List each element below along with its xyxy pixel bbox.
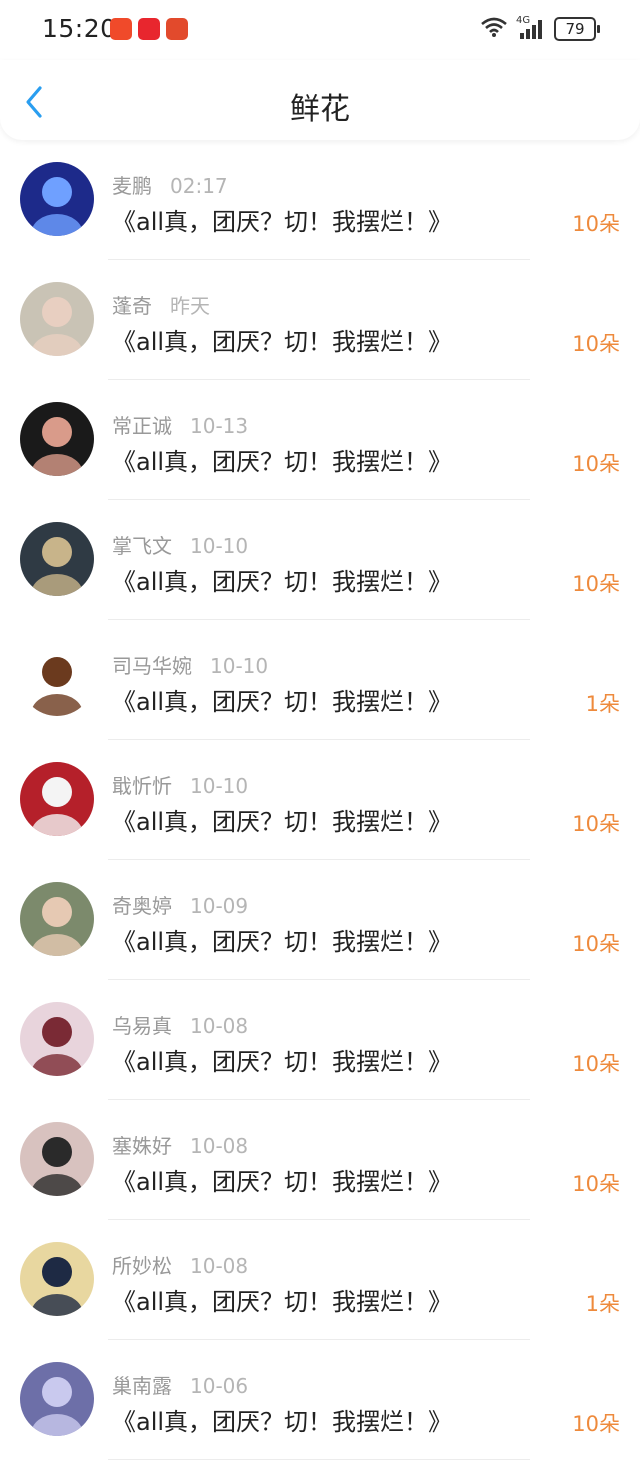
list-item[interactable]: 蓬奇 昨天 《all真，团厌？切！我摆烂！》 10朵: [0, 260, 640, 380]
avatar[interactable]: [20, 642, 94, 716]
gift-message: 《all真，团厌？切！我摆烂！》: [112, 448, 453, 476]
flower-count: 1朵: [585, 1292, 620, 1316]
timestamp: 10-13: [190, 414, 249, 438]
gift-message: 《all真，团厌？切！我摆烂！》: [112, 1168, 453, 1196]
timestamp: 10-09: [190, 894, 249, 918]
flower-count: 10朵: [572, 1412, 620, 1436]
status-time: 15:20: [42, 14, 117, 43]
timestamp: 10-08: [190, 1134, 249, 1158]
timestamp: 10-10: [210, 654, 269, 678]
gift-message: 《all真，团厌？切！我摆烂！》: [112, 1288, 453, 1316]
list-item[interactable]: 戢忻忻 10-10 《all真，团厌？切！我摆烂！》 10朵: [0, 740, 640, 860]
sender-name[interactable]: 巢南露: [112, 1374, 172, 1398]
page-title: 鲜花: [290, 92, 350, 127]
flower-count: 10朵: [572, 572, 620, 596]
signal-icon: 4G: [516, 15, 546, 41]
avatar[interactable]: [20, 1002, 94, 1076]
timestamp: 10-08: [190, 1014, 249, 1038]
flower-count: 10朵: [572, 332, 620, 356]
list-item[interactable]: 奇奥婷 10-09 《all真，团厌？切！我摆烂！》 10朵: [0, 860, 640, 980]
gift-message: 《all真，团厌？切！我摆烂！》: [112, 1408, 453, 1436]
top-bar: 鲜花: [0, 60, 640, 140]
avatar[interactable]: [20, 402, 94, 476]
avatar[interactable]: [20, 882, 94, 956]
flower-count: 10朵: [572, 1172, 620, 1196]
timestamp: 10-06: [190, 1374, 249, 1398]
sender-name[interactable]: 掌飞文: [112, 534, 172, 558]
flower-count: 10朵: [572, 932, 620, 956]
gift-message: 《all真，团厌？切！我摆烂！》: [112, 928, 453, 956]
timestamp: 昨天: [170, 294, 210, 318]
shopping-app-icon: [138, 18, 160, 40]
status-bar: 15:20 4G 79: [0, 0, 640, 60]
network-type: 4G: [516, 15, 531, 26]
flower-count: 10朵: [572, 812, 620, 836]
gift-message: 《all真，团厌？切！我摆烂！》: [112, 568, 453, 596]
sender-name[interactable]: 蓬奇: [112, 294, 152, 318]
sender-name[interactable]: 麦鹏: [112, 174, 152, 198]
avatar[interactable]: [20, 762, 94, 836]
list-item[interactable]: 塞姝好 10-08 《all真，团厌？切！我摆烂！》 10朵: [0, 1100, 640, 1220]
timestamp: 10-08: [190, 1254, 249, 1278]
sender-name[interactable]: 司马华婉: [112, 654, 192, 678]
avatar[interactable]: [20, 522, 94, 596]
list-item[interactable]: 所妙松 10-08 《all真，团厌？切！我摆烂！》 1朵: [0, 1220, 640, 1340]
list-item[interactable]: 掌飞文 10-10 《all真，团厌？切！我摆烂！》 10朵: [0, 500, 640, 620]
gift-message: 《all真，团厌？切！我摆烂！》: [112, 808, 453, 836]
flower-count: 10朵: [572, 1052, 620, 1076]
system-icons: 4G 79: [480, 15, 600, 42]
notification-icons: [110, 18, 188, 40]
list-item[interactable]: 乌易真 10-08 《all真，团厌？切！我摆烂！》 10朵: [0, 980, 640, 1100]
flower-count: 10朵: [572, 212, 620, 236]
sender-name[interactable]: 乌易真: [112, 1014, 172, 1038]
taobao-app-icon: [110, 18, 132, 40]
sender-name[interactable]: 所妙松: [112, 1254, 172, 1278]
list-item[interactable]: 巢南露 10-06 《all真，团厌？切！我摆烂！》 10朵: [0, 1340, 640, 1460]
avatar[interactable]: [20, 1122, 94, 1196]
news-app-icon: [166, 18, 188, 40]
wifi-icon: [480, 16, 508, 42]
timestamp: 02:17: [170, 174, 228, 198]
avatar[interactable]: [20, 282, 94, 356]
list-item[interactable]: 常正诚 10-13 《all真，团厌？切！我摆烂！》 10朵: [0, 380, 640, 500]
sender-name[interactable]: 戢忻忻: [112, 774, 172, 798]
gift-message: 《all真，团厌？切！我摆烂！》: [112, 688, 453, 716]
flower-count: 1朵: [585, 692, 620, 716]
sender-name[interactable]: 常正诚: [112, 414, 172, 438]
gift-message: 《all真，团厌？切！我摆烂！》: [112, 208, 453, 236]
avatar[interactable]: [20, 1362, 94, 1436]
timestamp: 10-10: [190, 534, 249, 558]
sender-name[interactable]: 塞姝好: [112, 1134, 172, 1158]
sender-name[interactable]: 奇奥婷: [112, 894, 172, 918]
flower-count: 10朵: [572, 452, 620, 476]
list-item[interactable]: 司马华婉 10-10 《all真，团厌？切！我摆烂！》 1朵: [0, 620, 640, 740]
gift-message: 《all真，团厌？切！我摆烂！》: [112, 1048, 453, 1076]
list-item[interactable]: 麦鹏 02:17 《all真，团厌？切！我摆烂！》 10朵: [0, 140, 640, 260]
avatar[interactable]: [20, 1242, 94, 1316]
gift-message: 《all真，团厌？切！我摆烂！》: [112, 328, 453, 356]
gift-list: 麦鹏 02:17 《all真，团厌？切！我摆烂！》 10朵 蓬奇 昨天 《all真，…: [0, 140, 640, 1460]
avatar[interactable]: [20, 162, 94, 236]
battery-icon: 79: [554, 17, 600, 41]
timestamp: 10-10: [190, 774, 249, 798]
